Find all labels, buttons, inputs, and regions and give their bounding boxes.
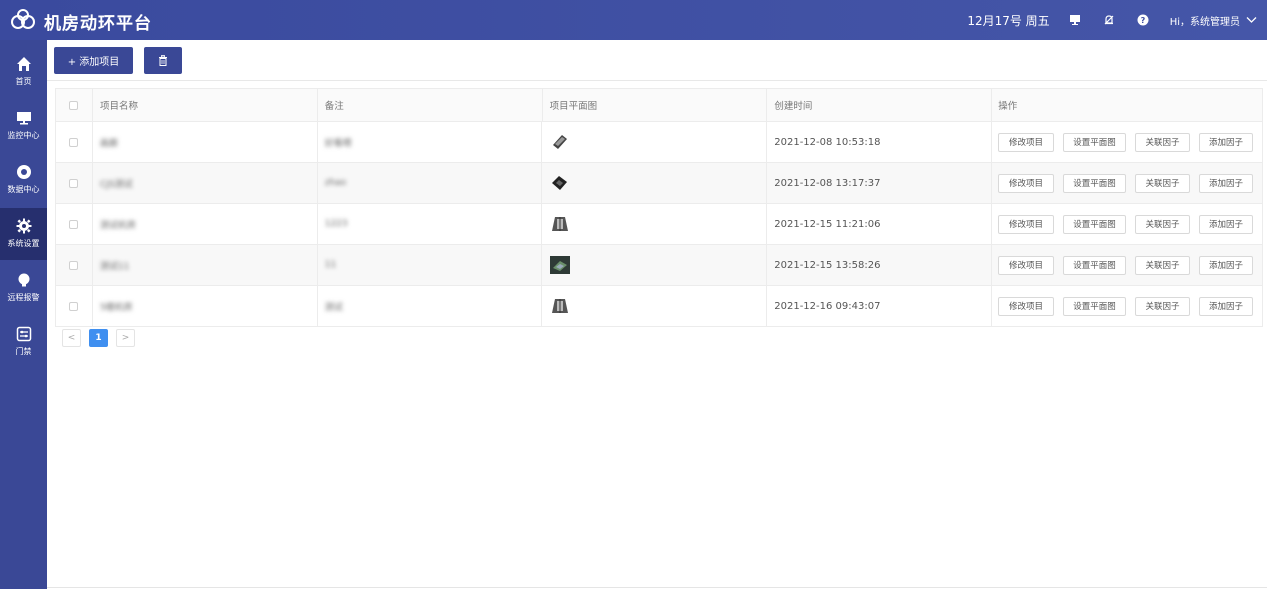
toolbar-divider <box>47 80 1267 81</box>
set-floorplan-button[interactable]: 设置平面图 <box>1063 214 1127 234</box>
edit-project-button[interactable]: 修改项目 <box>998 214 1055 234</box>
set-floorplan-button[interactable]: 设置平面图 <box>1063 255 1127 275</box>
lifebuoy-icon <box>16 165 31 179</box>
project-note: 11 <box>324 260 337 270</box>
app-title: 机房动环平台 <box>44 14 152 34</box>
bell-off-icon[interactable] <box>1102 13 1116 27</box>
link-factor-button[interactable]: 关联因子 <box>1135 255 1191 275</box>
add-factor-button[interactable]: 添加因子 <box>1199 132 1254 152</box>
set-floorplan-button[interactable]: 设置平面图 <box>1063 132 1127 152</box>
sidebar-item-data[interactable]: 数据中心 <box>0 154 47 206</box>
column-header: 项目平面图 <box>543 89 768 121</box>
project-name: CJS测试 <box>99 179 133 190</box>
project-note: 好看嗯 <box>324 138 352 149</box>
table-header: 项目名称 备注 项目平面图 创建时间 操作 <box>56 89 1263 122</box>
gear-icon <box>16 218 31 234</box>
project-note: zhao <box>324 178 347 188</box>
add-factor-button[interactable]: 添加因子 <box>1199 173 1254 193</box>
project-note: 1223 <box>324 219 348 229</box>
floorplan-thumbnail[interactable] <box>550 174 570 192</box>
edit-project-button[interactable]: 修改项目 <box>998 132 1055 152</box>
table-row: 画廊 好看嗯 2021-12-08 10:53:18 修改项目 设置平面图 关联… <box>56 122 1264 163</box>
pagination: < 1 > <box>62 329 143 347</box>
column-header: 操作 <box>992 89 1263 121</box>
header-date: 12月17号 周五 <box>967 13 1050 28</box>
project-name: 测试11 <box>99 261 130 272</box>
row-checkbox[interactable] <box>69 260 79 270</box>
sidebar-item-settings[interactable]: 系统设置 <box>0 208 47 260</box>
home-icon <box>16 57 31 71</box>
table-row: 测试11 11 2021-12-15 13:58:26 修改项目 设置平面图 关… <box>56 245 1264 286</box>
table-row: CJS测试 zhao 2021-12-08 13:17:37 修改项目 设置平面… <box>56 163 1264 204</box>
sidebar-item-label: 监控中心 <box>7 131 40 140</box>
table-row: 测试机房 1223 2021-12-15 11:21:06 修改项目 设置平面图… <box>56 204 1264 245</box>
help-icon[interactable]: ? <box>1136 13 1150 27</box>
user-greeting[interactable]: Hi，系统管理员 <box>1170 13 1240 28</box>
floorplan-thumbnail[interactable] <box>550 297 570 315</box>
column-header: 项目名称 <box>93 89 318 121</box>
sidebar-item-home[interactable]: 首页 <box>0 46 47 98</box>
row-checkbox[interactable] <box>69 137 79 147</box>
column-header: 创建时间 <box>767 89 993 121</box>
project-name: 测试机房 <box>99 220 136 231</box>
top-bar: 机房动环平台 12月17号 周五 ? Hi，系统管理员 <box>0 0 1267 40</box>
link-factor-button[interactable]: 关联因子 <box>1135 296 1191 316</box>
projects-table: 项目名称 备注 项目平面图 创建时间 操作 画廊 好看嗯 2021-12-08 … <box>55 88 1264 327</box>
add-project-button[interactable]: + 添加项目 <box>54 47 133 74</box>
link-factor-button[interactable]: 关联因子 <box>1135 214 1191 234</box>
chevron-down-icon[interactable] <box>1246 13 1257 27</box>
sidebar-item-label: 数据中心 <box>7 185 40 194</box>
trash-icon <box>159 55 167 66</box>
floorplan-thumbnail[interactable] <box>550 256 571 274</box>
created-time: 2021-12-15 11:21:06 <box>774 218 881 230</box>
link-factor-button[interactable]: 关联因子 <box>1135 132 1191 152</box>
row-checkbox[interactable] <box>69 219 79 229</box>
link-factor-button[interactable]: 关联因子 <box>1135 173 1191 193</box>
sidebar-item-label: 门禁 <box>15 347 32 356</box>
page-button-current[interactable]: 1 <box>89 329 108 347</box>
sidebar-item-door[interactable]: 门禁 <box>0 316 47 368</box>
prev-page-button[interactable]: < <box>62 329 81 347</box>
created-time: 2021-12-08 13:17:37 <box>774 177 881 189</box>
created-time: 2021-12-16 09:43:07 <box>774 300 881 312</box>
project-name: 画廊 <box>99 138 118 149</box>
sidebar-item-label: 系统设置 <box>7 239 40 248</box>
sidebar: 首页 监控中心 数据中心 系统设置 远程报警 门禁 <box>0 40 47 589</box>
cloud-logo-icon <box>11 9 35 29</box>
monitor-icon <box>16 112 31 125</box>
row-checkbox[interactable] <box>69 301 79 311</box>
row-checkbox[interactable] <box>69 178 79 188</box>
set-floorplan-button[interactable]: 设置平面图 <box>1063 173 1127 193</box>
delete-button[interactable] <box>144 47 182 74</box>
table-row: 5楼机房 测试 2021-12-16 09:43:07 修改项目 设置平面图 关… <box>56 286 1264 327</box>
set-floorplan-button[interactable]: 设置平面图 <box>1063 296 1127 316</box>
add-factor-button[interactable]: 添加因子 <box>1199 296 1254 316</box>
next-page-button[interactable]: > <box>116 329 135 347</box>
bulb-icon <box>18 273 29 287</box>
project-note: 测试 <box>324 302 343 313</box>
edit-project-button[interactable]: 修改项目 <box>998 255 1055 275</box>
svg-text:?: ? <box>1140 16 1145 25</box>
add-factor-button[interactable]: 添加因子 <box>1199 255 1254 275</box>
edit-project-button[interactable]: 修改项目 <box>998 296 1055 316</box>
sidebar-item-monitor[interactable]: 监控中心 <box>0 100 47 152</box>
screen-icon[interactable] <box>1068 13 1082 27</box>
created-time: 2021-12-15 13:58:26 <box>774 259 881 271</box>
sidebar-item-alarm[interactable]: 远程报警 <box>0 262 47 314</box>
select-all-checkbox[interactable] <box>69 100 79 110</box>
door-panel-icon <box>16 326 31 342</box>
sidebar-item-label: 远程报警 <box>7 293 40 302</box>
footer-divider <box>47 587 1267 588</box>
add-factor-button[interactable]: 添加因子 <box>1199 214 1254 234</box>
column-header: 备注 <box>318 89 543 121</box>
edit-project-button[interactable]: 修改项目 <box>998 173 1055 193</box>
created-time: 2021-12-08 10:53:18 <box>774 136 881 148</box>
sidebar-item-label: 首页 <box>15 77 32 86</box>
floorplan-thumbnail[interactable] <box>550 215 570 233</box>
project-name: 5楼机房 <box>99 302 133 313</box>
floorplan-thumbnail[interactable] <box>550 133 570 151</box>
